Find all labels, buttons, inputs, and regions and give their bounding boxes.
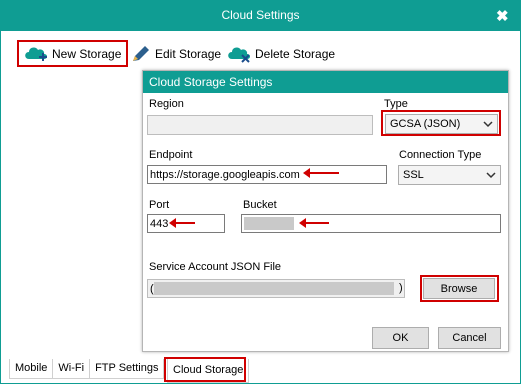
tab-mobile[interactable]: Mobile <box>9 359 54 379</box>
browse-button[interactable]: Browse <box>423 278 495 299</box>
delete-storage-button[interactable]: Delete Storage <box>226 41 335 67</box>
cloud-storage-settings-dialog: Cloud Storage Settings Region Type GCSA … <box>142 70 509 352</box>
cloud-settings-window: Cloud Settings ✖ New Storage Edit Storag… <box>0 0 521 384</box>
bucket-label: Bucket <box>243 199 277 211</box>
settings-tab-strip: Mobile Wi-Fi FTP Settings <box>9 359 165 381</box>
type-select-value: GCSA (JSON) <box>390 118 461 130</box>
type-select[interactable]: GCSA (JSON) <box>385 114 498 134</box>
port-label: Port <box>149 199 170 211</box>
port-arrow <box>169 218 195 228</box>
json-file-path-redacted <box>154 282 394 295</box>
new-storage-button[interactable]: New Storage <box>23 41 121 67</box>
endpoint-field[interactable]: https://storage.googleapis.com <box>147 165 387 184</box>
endpoint-label: Endpoint <box>149 149 193 161</box>
edit-storage-button[interactable]: Edit Storage <box>130 41 221 67</box>
window-title: Cloud Settings <box>221 8 300 22</box>
chevron-down-icon <box>483 121 493 128</box>
tab-cloud-storage[interactable]: Cloud Storage <box>167 359 250 383</box>
tab-ftp-settings[interactable]: FTP Settings <box>89 359 165 379</box>
bucket-value-redacted <box>244 217 294 230</box>
edit-pencil-icon <box>133 46 149 61</box>
endpoint-arrow <box>303 168 339 178</box>
bucket-arrow <box>299 218 329 228</box>
delete-storage-label: Delete Storage <box>255 47 336 61</box>
edit-storage-label: Edit Storage <box>155 47 222 61</box>
tab-wifi[interactable]: Wi-Fi <box>52 359 91 379</box>
json-file-suffix: ) <box>399 282 403 294</box>
json-file-label: Service Account JSON File <box>149 261 282 273</box>
cancel-button[interactable]: Cancel <box>438 327 501 349</box>
new-storage-label: New Storage <box>52 47 122 61</box>
cloud-delete-icon <box>228 47 250 63</box>
type-label: Type <box>384 98 408 110</box>
region-field[interactable] <box>147 115 373 135</box>
chevron-down-icon <box>486 172 496 179</box>
cloud-add-icon <box>25 47 47 61</box>
close-icon[interactable]: ✖ <box>496 7 510 25</box>
ok-button[interactable]: OK <box>372 327 429 349</box>
region-label: Region <box>149 98 184 110</box>
connection-type-value: SSL <box>403 169 424 181</box>
dialog-title: Cloud Storage Settings <box>143 71 508 93</box>
connection-type-select[interactable]: SSL <box>398 165 501 185</box>
connection-type-label: Connection Type <box>399 149 482 161</box>
title-bar: Cloud Settings ✖ <box>1 1 520 31</box>
